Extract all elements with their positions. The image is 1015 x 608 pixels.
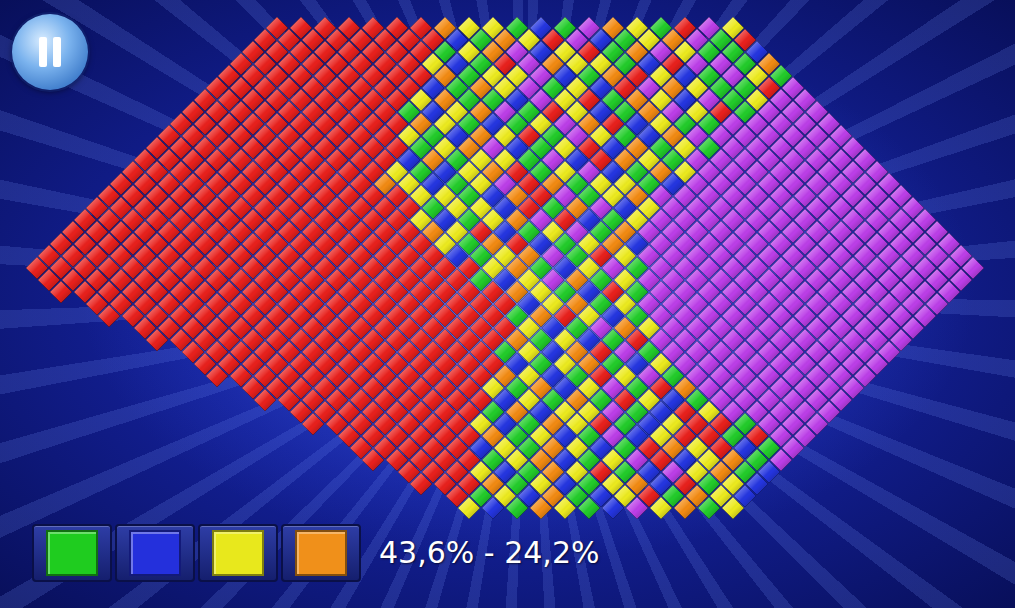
- game-board[interactable]: [0, 0, 1015, 520]
- board-cell: [50, 281, 72, 303]
- score-text: 43,6% - 24,2%: [379, 535, 600, 571]
- board-cell: [722, 497, 744, 519]
- board-cell: [674, 497, 696, 519]
- board-cell: [578, 497, 600, 519]
- color-swatch: [212, 530, 264, 576]
- pause-button[interactable]: [12, 14, 88, 90]
- board-cell: [458, 497, 480, 519]
- board-cell: [362, 449, 384, 471]
- board-cell: [530, 497, 552, 519]
- board-cell: [506, 497, 528, 519]
- color-swatch: [129, 530, 181, 576]
- color-button[interactable]: [281, 524, 361, 582]
- board-cell: [650, 497, 672, 519]
- pause-icon: [30, 32, 70, 72]
- color-button[interactable]: [32, 524, 112, 582]
- board-cell: [554, 497, 576, 519]
- board-cell: [482, 497, 504, 519]
- game-screen: 43,6% - 24,2%: [0, 0, 1015, 608]
- board-cell: [410, 473, 432, 495]
- color-swatch: [295, 530, 347, 576]
- board-cell: [146, 329, 168, 351]
- board-cell: [626, 497, 648, 519]
- color-button[interactable]: [198, 524, 278, 582]
- board-cell: [254, 389, 276, 411]
- board-cell: [602, 497, 624, 519]
- board-cell: [302, 413, 324, 435]
- color-swatch: [46, 530, 98, 576]
- board-cell: [698, 497, 720, 519]
- board-cell: [98, 305, 120, 327]
- board-cell: [206, 365, 228, 387]
- bottom-bar: 43,6% - 24,2%: [0, 520, 1015, 584]
- color-button[interactable]: [115, 524, 195, 582]
- color-buttons: [32, 524, 361, 582]
